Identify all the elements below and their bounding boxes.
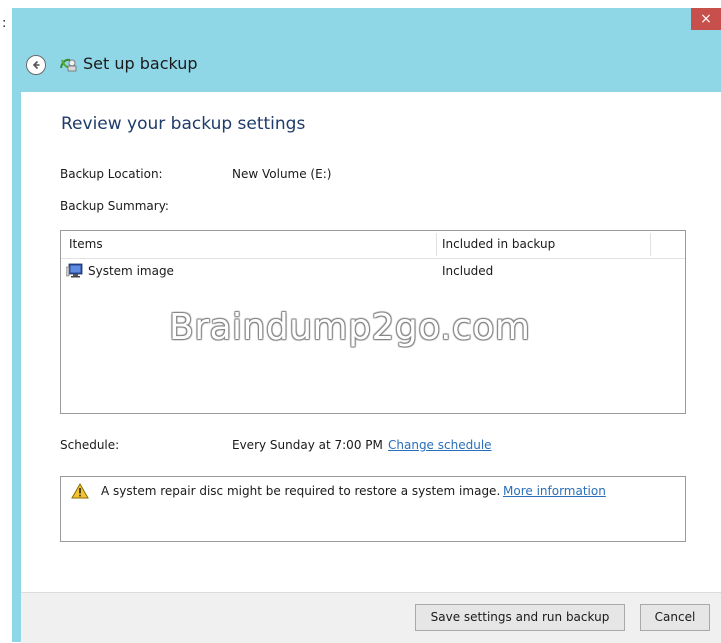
- column-header-included[interactable]: Included in backup: [442, 231, 555, 258]
- column-divider: [650, 233, 651, 256]
- backup-window: : × Set up backup Review your backup set…: [0, 0, 721, 643]
- info-message: A system repair disc might be required t…: [101, 484, 501, 498]
- back-arrow-icon: [32, 60, 40, 70]
- close-button[interactable]: ×: [691, 8, 721, 30]
- back-button[interactable]: [26, 55, 46, 75]
- footer-bar: Save settings and run backup Cancel: [21, 592, 721, 643]
- page-title: Review your backup settings: [61, 114, 306, 134]
- table-header: [61, 231, 685, 259]
- schedule-value: Every Sunday at 7:00 PM: [232, 438, 383, 452]
- window-title: Set up backup: [83, 54, 198, 73]
- cancel-button[interactable]: Cancel: [640, 604, 710, 631]
- column-header-items[interactable]: Items: [69, 231, 103, 258]
- column-divider: [436, 233, 437, 256]
- save-and-run-button[interactable]: Save settings and run backup: [415, 604, 625, 631]
- table-row[interactable]: System image Included: [61, 260, 685, 284]
- close-icon: ×: [700, 11, 712, 27]
- backup-icon: [60, 58, 77, 72]
- info-box: A system repair disc might be required t…: [60, 476, 686, 542]
- schedule-label: Schedule:: [60, 438, 120, 452]
- stray-colon: :: [2, 16, 7, 31]
- row-included-value: Included: [442, 264, 494, 278]
- left-margin: [0, 0, 12, 642]
- warning-icon: [71, 483, 89, 499]
- more-information-link[interactable]: More information: [503, 484, 606, 498]
- watermark: Braindump2go.com: [169, 307, 531, 348]
- title-bar: × Set up backup: [12, 8, 721, 92]
- backup-location-label: Backup Location:: [60, 167, 163, 181]
- row-item-name: System image: [88, 264, 174, 278]
- system-image-icon: [66, 263, 83, 278]
- change-schedule-link[interactable]: Change schedule: [388, 438, 492, 452]
- backup-summary-label: Backup Summary:: [60, 199, 169, 213]
- backup-location-value: New Volume (E:): [232, 167, 332, 181]
